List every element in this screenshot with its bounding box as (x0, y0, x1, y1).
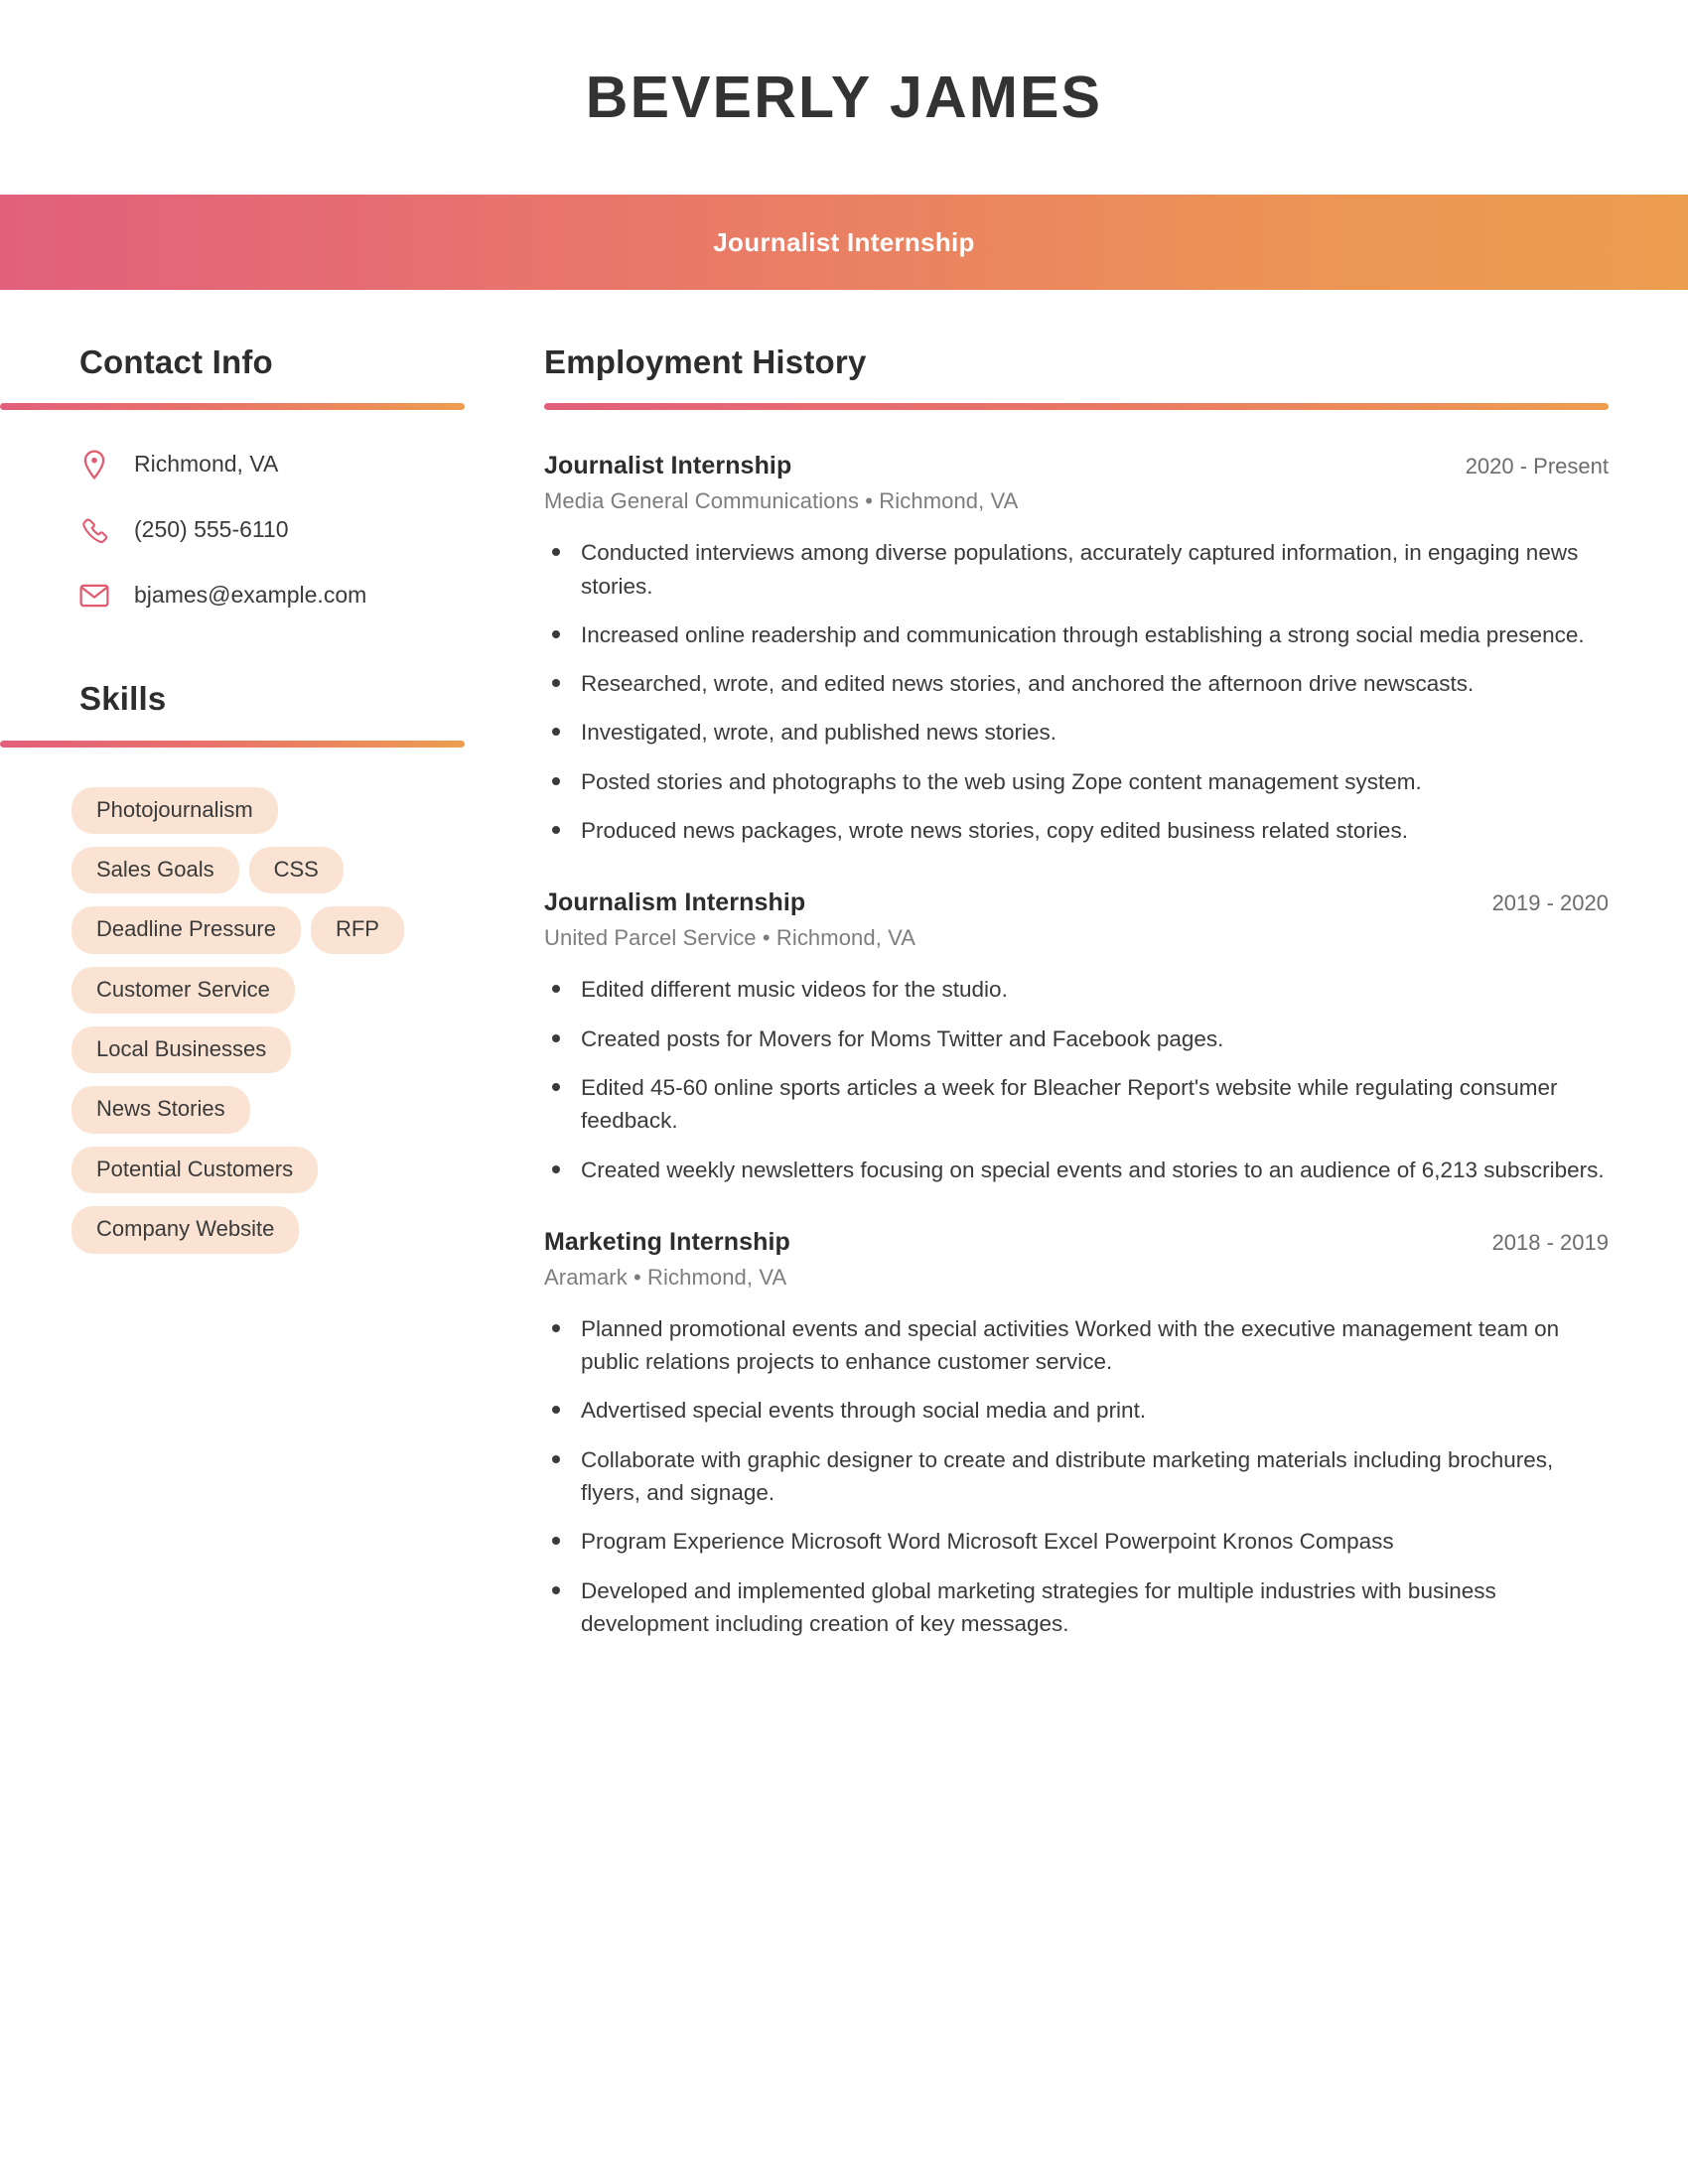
job-bullets: Edited different music videos for the st… (544, 973, 1609, 1185)
skill-pill[interactable]: Local Businesses (71, 1026, 292, 1074)
job-bullet: Collaborate with graphic designer to cre… (544, 1443, 1609, 1510)
job-company-location: United Parcel Service • Richmond, VA (544, 925, 916, 951)
skill-pill[interactable]: News Stories (71, 1086, 250, 1134)
skill-pill[interactable]: RFP (310, 906, 404, 954)
job-company-location: Media General Communications • Richmond,… (544, 488, 1019, 514)
skill-pill[interactable]: Customer Service (71, 966, 295, 1015)
job-bullet: Advertised special events through social… (544, 1394, 1609, 1427)
job-bullet: Created weekly newsletters focusing on s… (544, 1154, 1609, 1186)
job-bullet: Edited different music videos for the st… (544, 973, 1609, 1006)
skills-section: Skills Photojournalism Sales Goals CSS D… (0, 678, 465, 1254)
contact-email-text: bjames@example.com (134, 582, 367, 609)
contact-info-heading: Contact Info (79, 343, 273, 380)
job-bullet: Created posts for Movers for Moms Twitte… (544, 1023, 1609, 1055)
employment-history-section: Employment History Journalist Internship… (544, 341, 1609, 1640)
employment-history-heading: Employment History (544, 343, 867, 380)
skill-pill[interactable]: Sales Goals (71, 846, 239, 894)
job-entry: Journalist Internship 2020 - Present Med… (544, 452, 1609, 847)
job-title-banner: Journalist Internship (0, 195, 1688, 290)
job-title: Journalism Internship (544, 888, 806, 917)
job-bullet: Increased online readership and communic… (544, 618, 1609, 651)
envelope-icon (79, 581, 109, 611)
phone-icon (79, 515, 109, 545)
job-bullet: Conducted interviews among diverse popul… (544, 536, 1609, 603)
job-title-text: Journalist Internship (713, 226, 975, 257)
skill-pill[interactable]: Company Website (71, 1206, 300, 1254)
job-bullet: Program Experience Microsoft Word Micros… (544, 1525, 1609, 1558)
main-column: Employment History Journalist Internship… (465, 341, 1688, 1640)
job-bullet: Edited 45-60 online sports articles a we… (544, 1071, 1609, 1138)
skills-heading: Skills (79, 680, 167, 718)
job-bullets: Conducted interviews among diverse popul… (544, 536, 1609, 847)
job-dates: 2019 - 2020 (1491, 890, 1609, 916)
job-bullet: Researched, wrote, and edited news stori… (544, 667, 1609, 700)
section-divider (0, 740, 465, 748)
job-bullets: Planned promotional events and special a… (544, 1312, 1609, 1640)
job-dates: 2020 - Present (1465, 454, 1609, 479)
job-header: Journalist Internship 2020 - Present (544, 452, 1609, 480)
section-divider (544, 403, 1609, 411)
skills-list: Photojournalism Sales Goals CSS Deadline… (0, 786, 465, 1254)
location-pin-icon (79, 450, 109, 480)
job-entry: Journalism Internship 2019 - 2020 United… (544, 888, 1609, 1185)
contact-phone-text: (250) 555-6110 (134, 516, 289, 543)
contact-item-location[interactable]: Richmond, VA (79, 450, 465, 480)
skill-pill[interactable]: Photojournalism (71, 786, 278, 834)
skill-pill[interactable]: Potential Customers (71, 1146, 319, 1194)
section-divider (0, 403, 465, 411)
job-title: Journalist Internship (544, 452, 792, 480)
job-header: Marketing Internship 2018 - 2019 (544, 1228, 1609, 1257)
skill-pill[interactable]: Deadline Pressure (71, 906, 301, 954)
jobs-list: Journalist Internship 2020 - Present Med… (544, 452, 1609, 1640)
contact-location-text: Richmond, VA (134, 451, 279, 478)
job-company-location: Aramark • Richmond, VA (544, 1264, 787, 1290)
job-entry: Marketing Internship 2018 - 2019 Aramark… (544, 1228, 1609, 1640)
contact-item-email[interactable]: bjames@example.com (79, 581, 465, 611)
job-dates: 2018 - 2019 (1491, 1229, 1609, 1255)
job-bullet: Posted stories and photographs to the we… (544, 765, 1609, 798)
job-bullet: Produced news packages, wrote news stori… (544, 814, 1609, 847)
job-header: Journalism Internship 2019 - 2020 (544, 888, 1609, 917)
contact-item-phone[interactable]: (250) 555-6110 (79, 515, 465, 545)
sidebar: Contact Info Richmond, VA (250) 555-6110… (0, 341, 465, 1254)
job-title: Marketing Internship (544, 1227, 790, 1256)
contact-info-section: Contact Info Richmond, VA (250) 555-6110… (0, 341, 465, 611)
contact-list: Richmond, VA (250) 555-6110 bjames@examp… (0, 450, 465, 611)
job-bullet: Investigated, wrote, and published news … (544, 716, 1609, 749)
page-title: BEVERLY JAMES (585, 64, 1103, 130)
job-bullet: Planned promotional events and special a… (544, 1312, 1609, 1379)
job-bullet: Developed and implemented global marketi… (544, 1574, 1609, 1641)
resume-header: BEVERLY JAMES (0, 0, 1688, 195)
resume-body: Contact Info Richmond, VA (250) 555-6110… (0, 290, 1688, 1640)
skill-pill[interactable]: CSS (248, 846, 344, 894)
